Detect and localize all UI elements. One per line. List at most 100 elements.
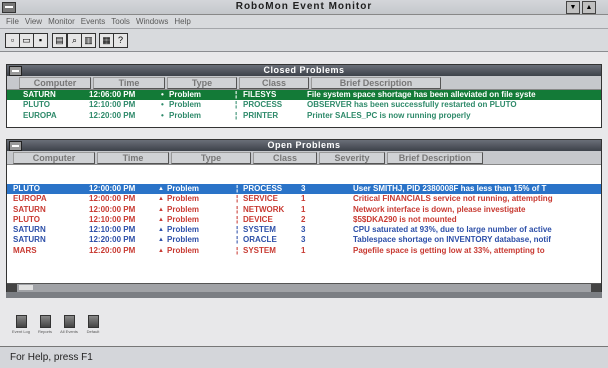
open-header-class[interactable]: Class xyxy=(253,152,317,164)
open-cell-time: 12:00:00 PM xyxy=(89,194,136,204)
closed-cell-time: 12:06:00 PM xyxy=(89,90,136,99)
scroll-left-arrow-icon[interactable] xyxy=(7,284,17,292)
open-problem-row[interactable]: SATURN 12:20:00 PM Problem ORACLE 3 Tablespac… xyxy=(7,235,601,245)
warning-triangle-icon: ▲ xyxy=(158,247,164,254)
closed-header-class[interactable]: Class xyxy=(239,77,309,89)
open-cell-computer: MARS xyxy=(13,245,37,255)
open-cell-computer: PLUTO xyxy=(13,184,40,193)
window-title: RoboMon Event Monitor xyxy=(235,1,373,12)
problem-bullet-icon: • xyxy=(161,110,164,120)
open-cell-time: 12:00:00 PM xyxy=(89,184,136,193)
minimized-window-icon[interactable] xyxy=(15,315,27,328)
menu-monitor[interactable]: Monitor xyxy=(48,15,75,28)
closed-cell-time: 12:20:00 PM xyxy=(89,110,136,120)
minimize-button[interactable]: ▼ xyxy=(566,1,580,14)
open-cell-type: Problem xyxy=(167,245,200,255)
class-separator-icon: ¦ xyxy=(236,235,239,245)
menu-file[interactable]: File xyxy=(6,15,19,28)
closed-problems-list: SATURN 12:06:00 PM Problem FILESYS File syst… xyxy=(7,90,601,121)
open-cell-time: 12:20:00 PM xyxy=(89,245,136,255)
closed-cell-type: Problem xyxy=(169,110,202,120)
open-problem-row[interactable]: EUROPA 12:00:00 PM Problem SERVICE 1 Critical… xyxy=(7,194,601,204)
open-cell-cls: SYSTEM xyxy=(243,245,276,255)
open-header-time[interactable]: Time xyxy=(97,152,169,164)
open-cell-sev: 3 xyxy=(301,184,306,193)
closed-header-brief-description[interactable]: Brief Description xyxy=(311,77,441,89)
warning-triangle-icon: ▲ xyxy=(158,196,164,203)
find-icon[interactable]: ⌕ xyxy=(67,33,82,48)
closed-header-computer[interactable]: Computer xyxy=(19,77,91,89)
open-header-severity[interactable]: Severity xyxy=(319,152,385,164)
open-cell-cls: PROCESS xyxy=(243,184,283,193)
menu-view[interactable]: View xyxy=(25,15,42,28)
open-problem-row[interactable]: SATURN 12:00:00 PM Problem NETWORK 1 Network … xyxy=(7,205,601,215)
closed-cell-cls: PRINTER xyxy=(243,110,279,120)
scroll-right-arrow-icon[interactable] xyxy=(591,284,601,292)
open-problem-row[interactable]: MARS 12:20:00 PM Problem SYSTEM 1 Pagefile sp… xyxy=(7,246,601,256)
closed-problem-row[interactable]: PLUTO 12:10:00 PM Problem PROCESS OBSERVER h… xyxy=(7,100,601,110)
new-icon[interactable]: ▫ xyxy=(5,33,20,48)
open-header-computer[interactable]: Computer xyxy=(13,152,95,164)
open-cell-type: Problem xyxy=(167,204,200,214)
menu-tools[interactable]: Tools xyxy=(111,15,130,28)
menu-windows[interactable]: Windows xyxy=(136,15,168,28)
status-bar: For Help, press F1 xyxy=(0,346,608,368)
menu-events[interactable]: Events xyxy=(81,15,105,28)
closed-problems-title: Closed Problems xyxy=(263,65,345,75)
open-problems-column-headers: Computer Time Type Class Severity Brief Descr… xyxy=(7,151,601,165)
open-cell-computer: EUROPA xyxy=(13,194,47,204)
open-cell-desc: Tablespace shortage on INVENTORY databas… xyxy=(353,235,551,245)
closed-problems-window: Closed Problems Computer Time Type Class Bri… xyxy=(6,64,602,128)
open-problems-title-bar: Open Problems xyxy=(7,140,601,151)
open-cell-desc: User SMITHJ, PID 2380008F has less than … xyxy=(353,184,547,193)
open-cell-sev: 2 xyxy=(301,214,306,224)
warning-triangle-icon: ▲ xyxy=(158,227,164,234)
closed-cell-desc: File system space shortage has been alle… xyxy=(307,90,536,99)
class-separator-icon: ¦ xyxy=(235,110,238,120)
minimized-window-icon[interactable] xyxy=(63,315,75,328)
class-separator-icon: ¦ xyxy=(236,245,239,255)
open-icon[interactable]: ▭ xyxy=(19,33,34,48)
closed-problem-row[interactable]: EUROPA 12:20:00 PM Problem PRINTER Printer S… xyxy=(7,111,601,121)
closed-header-type[interactable]: Type xyxy=(167,77,237,89)
scroll-thumb[interactable] xyxy=(19,285,33,290)
open-cell-desc: CPU saturated at 93%, due to large numbe… xyxy=(353,225,552,235)
open-header-brief-description[interactable]: Brief Description xyxy=(387,152,483,164)
open-cell-type: Problem xyxy=(167,214,200,224)
open-problems-horizontal-scrollbar[interactable] xyxy=(7,283,601,292)
closed-problem-row[interactable]: SATURN 12:06:00 PM Problem FILESYS File syst… xyxy=(7,90,601,101)
minimized-window-3[interactable]: Default xyxy=(78,315,108,334)
closed-cell-cls: FILESYS xyxy=(243,90,277,99)
print-icon[interactable]: ▤ xyxy=(52,33,67,48)
closed-problems-title-bar: Closed Problems xyxy=(7,65,601,76)
tile-icon[interactable]: ▦ xyxy=(99,33,114,48)
open-cell-cls: SYSTEM xyxy=(243,225,276,235)
minimized-window-icon[interactable] xyxy=(87,315,99,328)
menu-help[interactable]: Help xyxy=(174,15,190,28)
open-cell-sev: 3 xyxy=(301,225,306,235)
open-problem-row[interactable]: PLUTO 12:00:00 PM Problem PROCESS 3 User SMIT… xyxy=(7,184,601,195)
open-problems-title: Open Problems xyxy=(267,140,341,150)
open-cell-cls: SERVICE xyxy=(243,194,278,204)
closed-cell-desc: OBSERVER has been successfully restarted… xyxy=(307,100,517,110)
closed-header-time[interactable]: Time xyxy=(93,77,165,89)
minimized-window-icon[interactable] xyxy=(39,315,51,328)
open-cell-desc: Pagefile space is getting low at 33%, at… xyxy=(353,245,545,255)
save-icon[interactable]: ▪ xyxy=(33,33,48,48)
open-cell-type: Problem xyxy=(167,184,200,193)
class-separator-icon: ¦ xyxy=(236,194,239,204)
status-text: For Help, press F1 xyxy=(10,352,93,363)
open-header-type[interactable]: Type xyxy=(171,152,251,164)
maximize-button[interactable]: ▲ xyxy=(582,1,596,14)
open-cell-desc: Critical FINANCIALS service not running,… xyxy=(353,194,553,204)
closed-problems-menu-icon[interactable] xyxy=(9,66,22,76)
open-problems-menu-icon[interactable] xyxy=(9,141,22,151)
window-title-bar: RoboMon Event Monitor ▼ ▲ xyxy=(0,0,608,15)
report-icon[interactable]: ▥ xyxy=(81,33,96,48)
open-problem-row[interactable]: PLUTO 12:10:00 PM Problem DEVICE 2 $5$DKA290 … xyxy=(7,215,601,225)
open-problem-row[interactable]: SATURN 12:10:00 PM Problem SYSTEM 3 CPU satur… xyxy=(7,225,601,235)
open-cell-cls: ORACLE xyxy=(243,235,277,245)
help-icon[interactable]: ? xyxy=(113,33,128,48)
closed-cell-computer: EUROPA xyxy=(23,110,57,120)
closed-cell-cls: PROCESS xyxy=(243,100,283,110)
